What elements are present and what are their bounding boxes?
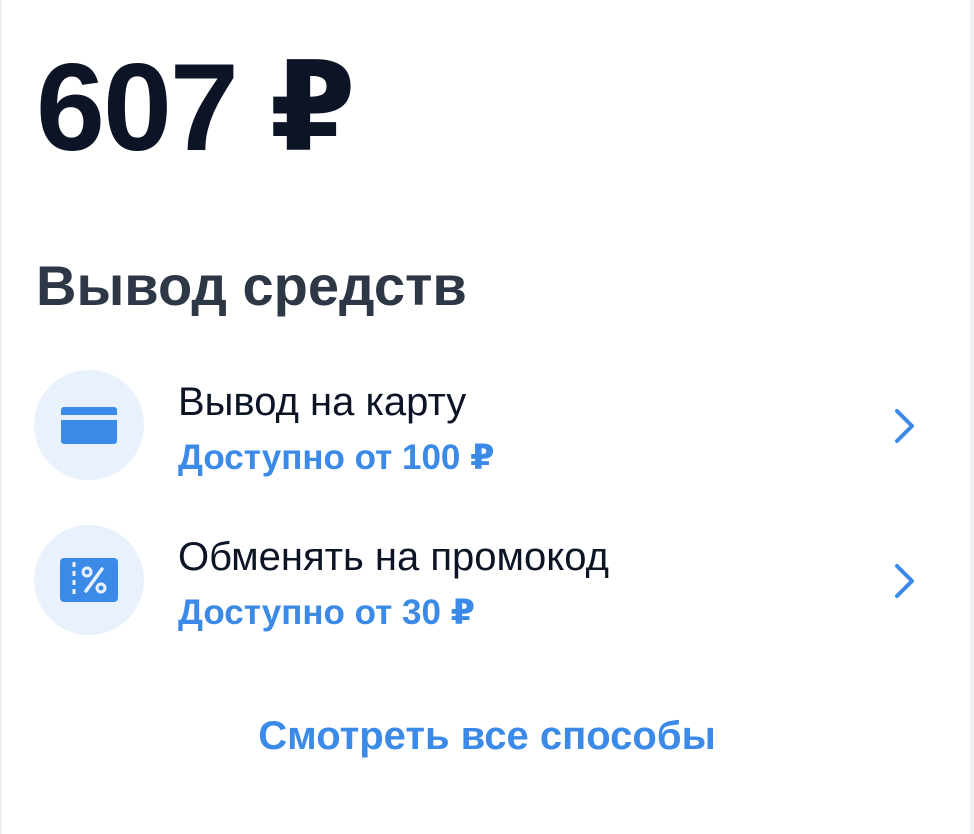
withdrawal-card: 607 ₽ Вывод средств Вывод на карту Досту… [0,0,974,834]
method-subtitle: Доступно от 30 ₽ [178,593,475,632]
balance-amount: 607 ₽ [36,39,356,177]
see-all-methods-link[interactable]: Смотреть все способы [0,716,974,756]
method-title: Вывод на карту [178,380,467,424]
method-subtitle: Доступно от 100 ₽ [178,438,495,477]
promo-coupon-icon [60,558,118,602]
credit-card-icon [61,407,117,444]
promo-coupon-icon-container [34,525,144,635]
method-title: Обменять на промокод [178,535,609,579]
credit-card-icon-container [34,370,144,480]
withdraw-to-card-option[interactable]: Вывод на карту Доступно от 100 ₽ [0,370,974,482]
chevron-right-icon [895,564,914,598]
section-title: Вывод средств [36,254,467,317]
exchange-promocode-option[interactable]: Обменять на промокод Доступно от 30 ₽ [0,525,974,637]
chevron-right-icon [895,409,914,443]
